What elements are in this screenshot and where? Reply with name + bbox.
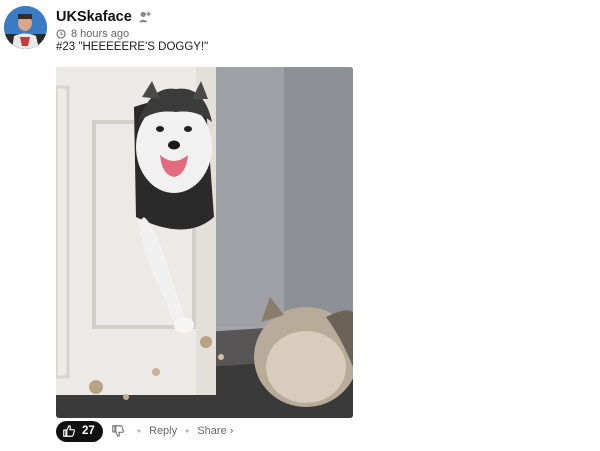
post-header: UKSkaface 8 hours ago [56,8,152,40]
post-timestamp: 8 hours ago [56,28,152,40]
separator-dot: • [136,424,141,438]
post-photo[interactable] [56,67,353,418]
clock-icon [56,29,66,39]
like-button[interactable]: 27 [56,420,103,442]
post-caption: #23 "HEEEEERE'S DOGGY!" [56,41,209,53]
thumbs-down-icon[interactable] [111,424,125,438]
post-actions: 27 • Reply • Share › [56,420,233,442]
separator-dot: • [185,424,190,438]
time-ago-text: 8 hours ago [71,28,130,40]
avatar[interactable] [4,6,47,49]
like-count: 27 [82,425,95,437]
thumbs-up-icon [63,425,75,437]
username[interactable]: UKSkaface [56,9,132,25]
reply-button[interactable]: Reply [149,425,177,437]
share-button[interactable]: Share › [197,425,233,437]
person-plus-icon[interactable] [138,10,152,24]
